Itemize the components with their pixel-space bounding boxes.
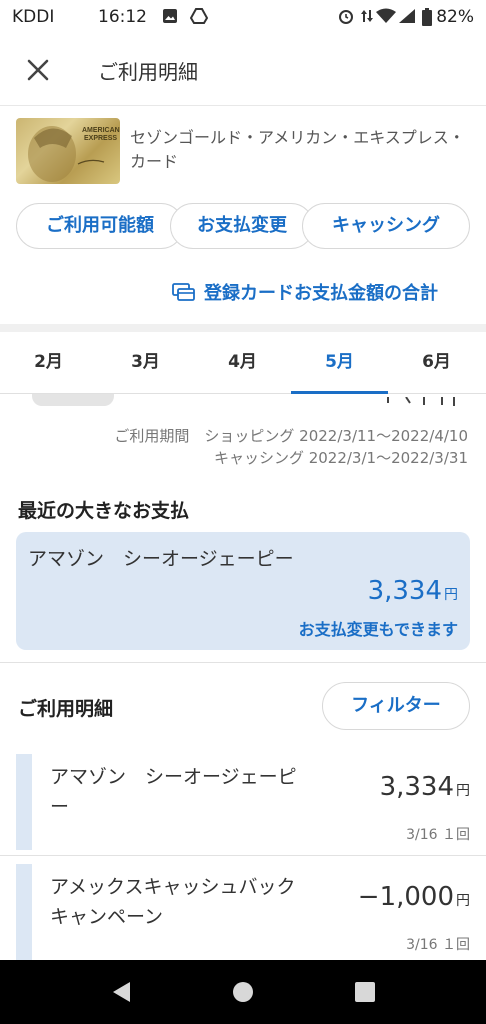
tab-may[interactable]: 5月	[291, 332, 388, 394]
carrier-label: KDDI	[12, 7, 55, 27]
app-header: ご利用明細	[0, 34, 486, 106]
item-amount: −1,000 円	[357, 882, 470, 912]
tab-march[interactable]: 3月	[97, 332, 194, 394]
item-accent-bar	[16, 754, 32, 850]
payment-change-link[interactable]: お支払変更もできます	[299, 616, 458, 640]
item-date-count: 3/16 １回	[406, 827, 470, 843]
back-icon[interactable]	[110, 980, 132, 1004]
registered-cards-total-link[interactable]: 登録カードお支払金額の合計	[172, 278, 438, 306]
status-chip-cut	[32, 394, 114, 406]
tab-april[interactable]: 4月	[194, 332, 291, 394]
tab-february[interactable]: 2月	[0, 332, 97, 394]
recents-icon[interactable]	[354, 981, 376, 1003]
battery-percent: 82%	[436, 7, 474, 27]
battery-icon	[422, 8, 434, 26]
usage-period-shopping: ご利用期間 ショッピング 2022/3/11〜2022/4/10	[114, 427, 468, 445]
card-name: セゾンゴールド・アメリカン・エキスプレス・カード	[130, 128, 465, 171]
wifi-icon	[376, 8, 396, 24]
close-button[interactable]	[20, 52, 56, 88]
tab-june[interactable]: 6月	[388, 332, 485, 394]
details-title: ご利用明細	[18, 698, 114, 720]
data-arrows-icon	[360, 8, 376, 24]
card-image: AMERICAN EXPRESS	[16, 118, 120, 184]
signal-icon	[398, 8, 418, 24]
cards-icon	[172, 283, 195, 301]
item-amount: 3,334 円	[379, 772, 470, 802]
alarm-icon	[338, 8, 354, 24]
recent-payment-card[interactable]: アマゾン シーオージェーピー 3,334 円 お支払変更もできます	[16, 532, 470, 650]
section-divider	[0, 324, 486, 332]
available-amount-button[interactable]: ご利用可能額	[16, 203, 184, 249]
usage-period-cashing: キャッシング 2022/3/1〜2022/3/31	[213, 449, 468, 467]
clock: 16:12	[98, 7, 147, 27]
card-brand-text-1: AMERICAN	[82, 127, 120, 134]
list-item[interactable]: アメックスキャッシュバックキャンペーン −1,000 円 3/16 １回	[16, 864, 486, 960]
registered-cards-total-label: 登録カードお支払金額の合計	[204, 283, 438, 304]
month-tabs: 2月 3月 4月 5月 6月	[0, 332, 486, 394]
payment-change-button[interactable]: お支払変更	[170, 203, 314, 249]
card-brand-text-2: EXPRESS	[84, 135, 117, 142]
cashing-button[interactable]: キャッシング	[302, 203, 470, 249]
page-title: ご利用明細	[98, 60, 198, 84]
filter-button[interactable]: フィルター	[322, 682, 470, 730]
recent-payment-merchant: アマゾン シーオージェーピー	[28, 548, 294, 570]
close-icon	[27, 59, 49, 81]
home-icon[interactable]	[232, 981, 254, 1003]
item-merchant: アマゾン シーオージェーピー	[50, 766, 297, 818]
amount-cut	[358, 394, 468, 406]
item-date-count: 3/16 １回	[406, 937, 470, 953]
item-merchant: アメックスキャッシュバックキャンペーン	[50, 876, 296, 928]
item-accent-bar	[16, 864, 32, 960]
status-bar: KDDI 16:12 82%	[0, 0, 486, 34]
list-item[interactable]: アマゾン シーオージェーピー 3,334 円 3/16 １回	[16, 754, 486, 850]
navigation-bar	[0, 960, 486, 1024]
image-notification-icon	[162, 8, 178, 24]
divider	[0, 855, 486, 856]
recent-payment-amount: 3,334 円	[367, 576, 458, 606]
recent-payments-title: 最近の大きなお支払	[18, 500, 190, 522]
divider	[0, 662, 486, 663]
drive-notification-icon	[189, 8, 209, 24]
